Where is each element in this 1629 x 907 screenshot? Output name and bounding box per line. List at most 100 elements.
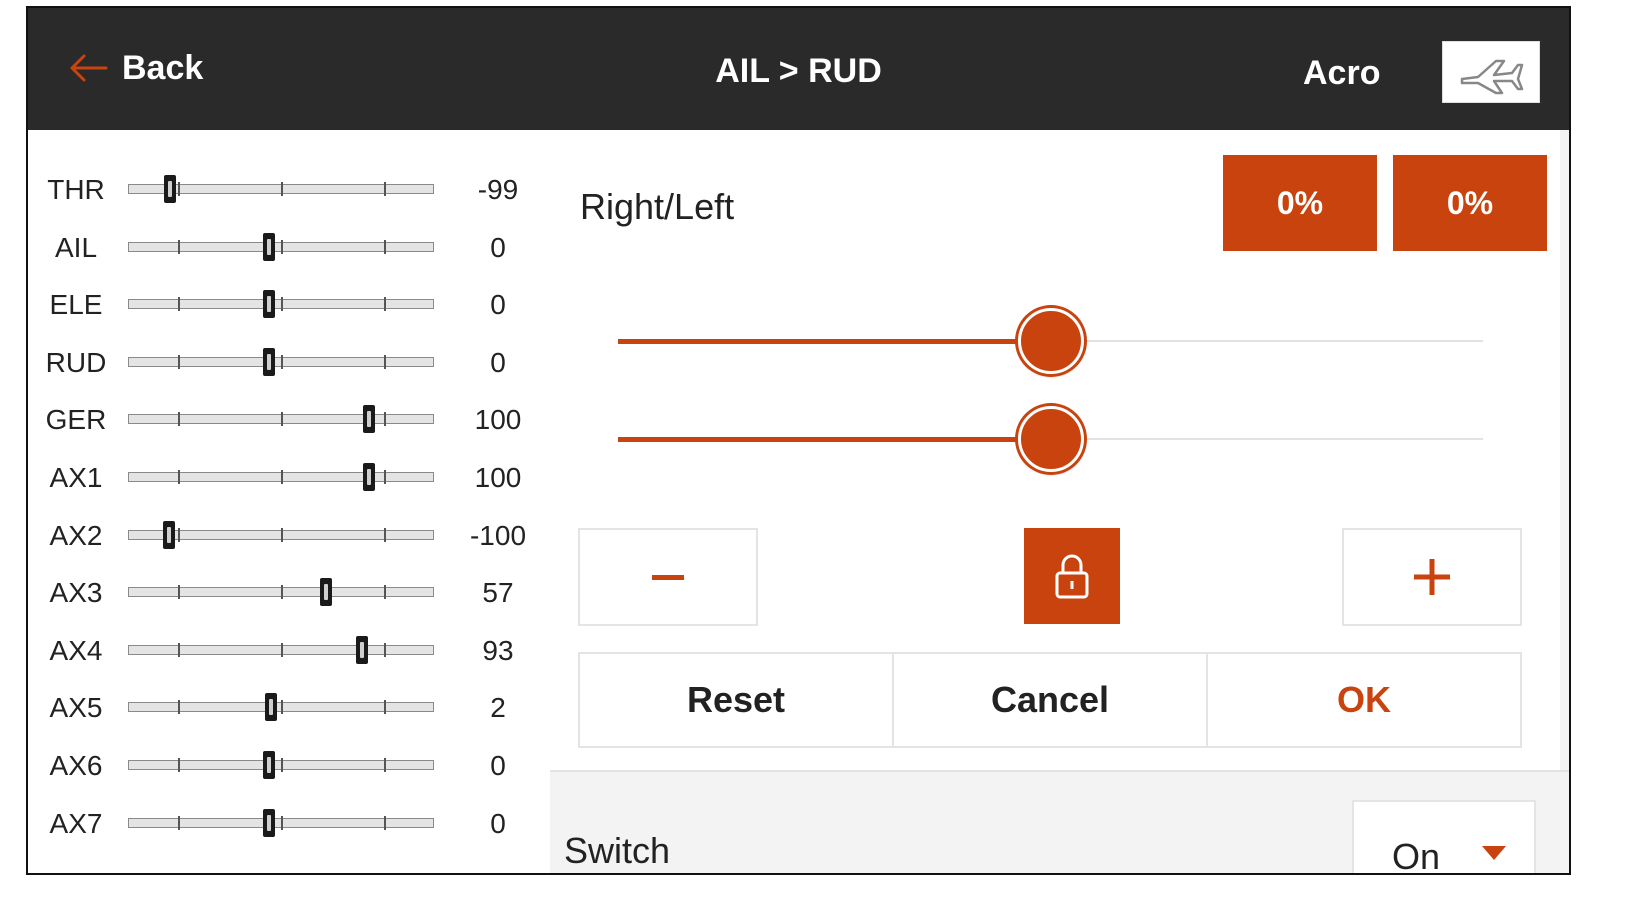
switch-dropdown[interactable]: On — [1352, 800, 1536, 873]
channel-bar-tick — [281, 412, 283, 427]
channel-bar-tick — [177, 239, 180, 254]
channel-name: AX6 — [49, 750, 103, 781]
right-left-label: Right/Left — [580, 186, 735, 227]
channel-bar-tick — [177, 815, 180, 830]
right-rate-slider[interactable] — [618, 308, 1483, 374]
channel-bar-tick — [281, 297, 283, 312]
channel-name: AX7 — [49, 807, 103, 839]
channel-position-marker — [263, 808, 275, 837]
channel-bar-tick — [177, 354, 180, 369]
channel-row: GER 100 — [28, 390, 550, 448]
channel-position-marker — [263, 751, 275, 779]
channel-row: AX1 100 — [28, 448, 550, 506]
channel-row: AX3 57 — [28, 563, 550, 621]
channel-bar — [128, 808, 434, 837]
channel-bar — [128, 693, 434, 722]
cancel-button[interactable]: Cancel — [892, 652, 1208, 748]
channel-bar-tick — [281, 700, 283, 715]
airplane-icon — [1460, 59, 1524, 95]
switch-value: On — [1392, 836, 1441, 873]
channel-bar-tick — [384, 585, 387, 600]
channel-value: -99 — [477, 174, 519, 205]
channel-bar-tick — [177, 182, 180, 196]
channel-row: AX7 0 — [28, 794, 550, 852]
channel-value: 0 — [490, 346, 506, 378]
channel-bar-tick — [384, 239, 387, 254]
channel-bar-tick — [281, 239, 283, 254]
ok-button[interactable]: OK — [1206, 652, 1522, 748]
channel-bar — [128, 232, 434, 261]
channel-bar — [128, 520, 434, 549]
channel-bar-tick — [177, 527, 180, 542]
channel-value: 0 — [490, 807, 506, 839]
flight-mode-label: Acro — [1303, 54, 1381, 92]
channel-monitor: THR -99 AIL 0 ELE 0 RUD 0 GER 100 AX1 100 AX2 -100 AX3… — [28, 130, 550, 873]
channel-position-marker — [263, 347, 275, 376]
channel-row: AX5 2 — [28, 678, 550, 736]
slider-fill — [618, 437, 1051, 442]
decrease-button[interactable] — [578, 528, 758, 626]
channel-name: GER — [45, 404, 107, 436]
channel-row: ELE 0 — [28, 275, 550, 333]
channel-position-marker — [356, 635, 368, 664]
channel-bar — [128, 175, 434, 203]
left-rate-value[interactable]: 0% — [1393, 155, 1547, 251]
channel-bar-tick — [384, 815, 387, 830]
slider-fill — [618, 339, 1051, 344]
dropdown-caret-icon — [1482, 846, 1506, 860]
increase-button[interactable] — [1342, 528, 1522, 626]
channel-bar-tick — [384, 297, 387, 312]
channel-bar-tick — [177, 412, 180, 427]
channel-bar-tick — [281, 182, 283, 196]
channel-position-marker — [363, 405, 375, 434]
header-bar: Back AIL > RUD Acro — [28, 8, 1569, 130]
channel-value: 93 — [482, 634, 514, 666]
channel-bar-tick — [177, 700, 180, 715]
right-rate-value[interactable]: 0% — [1223, 155, 1377, 251]
channel-bar-tick — [384, 470, 387, 484]
model-select-button[interactable] — [1442, 41, 1540, 103]
channel-bar-tick — [384, 758, 387, 772]
slider-thumb[interactable] — [1018, 308, 1084, 374]
lock-icon — [1055, 554, 1089, 599]
channel-bar-tick — [384, 354, 387, 369]
section-divider — [550, 770, 1569, 772]
mix-editor: Right/Left 0% 0% Reset Cancel OK Switch … — [550, 130, 1569, 873]
channel-value: -100 — [469, 519, 527, 551]
channel-position-marker — [164, 175, 176, 203]
channel-position-marker — [363, 463, 375, 491]
channel-name: AX4 — [49, 634, 103, 666]
channel-row: AIL 0 — [28, 218, 550, 276]
channel-name: AX1 — [49, 462, 103, 493]
rate-panel: Right/Left 0% 0% Reset Cancel OK — [550, 130, 1560, 770]
channel-position-marker — [320, 578, 332, 607]
minus-icon — [652, 575, 684, 580]
channel-value: 0 — [490, 750, 506, 781]
channel-value: 100 — [474, 462, 522, 493]
channel-position-marker — [265, 693, 277, 722]
channel-value: 100 — [474, 404, 522, 436]
channel-row: RUD 0 — [28, 333, 550, 391]
channel-bar-tick — [281, 527, 283, 542]
device-frame: Back AIL > RUD Acro THR -99 AIL 0 ELE 0 RUD 0 GE… — [0, 0, 1629, 907]
channel-row: THR -99 — [28, 160, 550, 218]
channel-bar-tick — [384, 527, 387, 542]
slider-thumb[interactable] — [1018, 406, 1084, 472]
channel-position-marker — [263, 290, 275, 319]
channel-bar-tick — [384, 412, 387, 427]
channel-name: THR — [47, 174, 105, 205]
channel-value: 0 — [490, 231, 506, 263]
channel-bar-tick — [177, 470, 180, 484]
reset-button[interactable]: Reset — [578, 652, 894, 748]
channel-row: AX6 0 — [28, 736, 550, 794]
plus-icon — [1414, 559, 1450, 595]
lock-button[interactable] — [1024, 528, 1120, 624]
channel-row: AX2 -100 — [28, 506, 550, 564]
channel-bar — [128, 635, 434, 664]
channel-bar — [128, 290, 434, 319]
left-rate-slider[interactable] — [618, 406, 1483, 472]
channel-bar-tick — [281, 758, 283, 772]
switch-label: Switch — [564, 830, 671, 871]
channel-bar — [128, 751, 434, 779]
channel-position-marker — [163, 520, 175, 549]
